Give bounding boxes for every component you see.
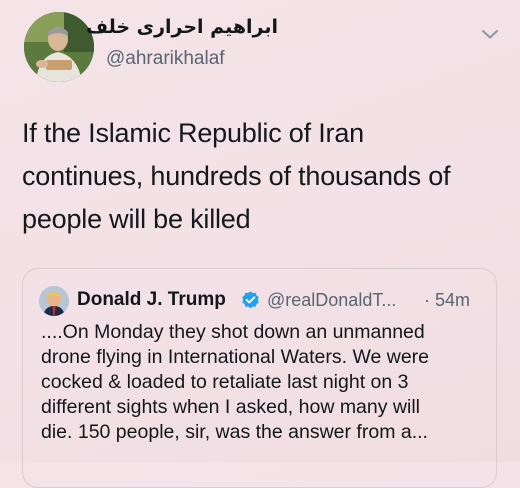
chevron-down-icon[interactable] bbox=[478, 22, 502, 46]
tweet: ابراهیم احراری خلف @ahrarikhalaf If the … bbox=[0, 0, 520, 488]
quoted-text-line: cocked & loaded to retaliate last night … bbox=[41, 371, 409, 393]
quoted-text-line: die. 150 people, sir, was the answer fro… bbox=[41, 421, 428, 443]
author-handle[interactable]: @ahrarikhalaf bbox=[106, 48, 225, 70]
quoted-text-line: ....On Monday they shot down an unmanned bbox=[41, 321, 425, 343]
quoted-text-line: drone flying in International Waters. We… bbox=[41, 346, 430, 368]
author-avatar-photo bbox=[24, 12, 94, 82]
quoted-text-line: different sights when I asked, how many … bbox=[41, 396, 420, 418]
verified-badge-icon bbox=[240, 290, 261, 311]
quoted-author-display-name[interactable]: Donald J. Trump bbox=[77, 289, 226, 311]
tweet-text-line: people will be killed bbox=[22, 204, 251, 234]
tweet-text-line: continues, hundreds of thousands of bbox=[22, 161, 451, 191]
quoted-timestamp[interactable]: 54m bbox=[435, 290, 470, 311]
author-avatar[interactable] bbox=[24, 12, 94, 82]
quoted-author-handle[interactable]: @realDonaldT... bbox=[267, 290, 396, 311]
author-display-name[interactable]: ابراهیم احراری خلف bbox=[86, 16, 278, 38]
quoted-tweet-text: ....On Monday they shot down an unmanned… bbox=[41, 320, 491, 445]
quoted-tweet-card[interactable]: Donald J. Trump @realDonaldT... · 54m ..… bbox=[22, 268, 497, 488]
quoted-author-avatar[interactable] bbox=[39, 286, 69, 316]
quoted-author-avatar-photo bbox=[39, 286, 69, 316]
separator-dot: · bbox=[424, 290, 430, 310]
tweet-text-line: If the Islamic Republic of Iran bbox=[22, 118, 364, 148]
tweet-text: If the Islamic Republic of Iran continue… bbox=[22, 112, 512, 241]
